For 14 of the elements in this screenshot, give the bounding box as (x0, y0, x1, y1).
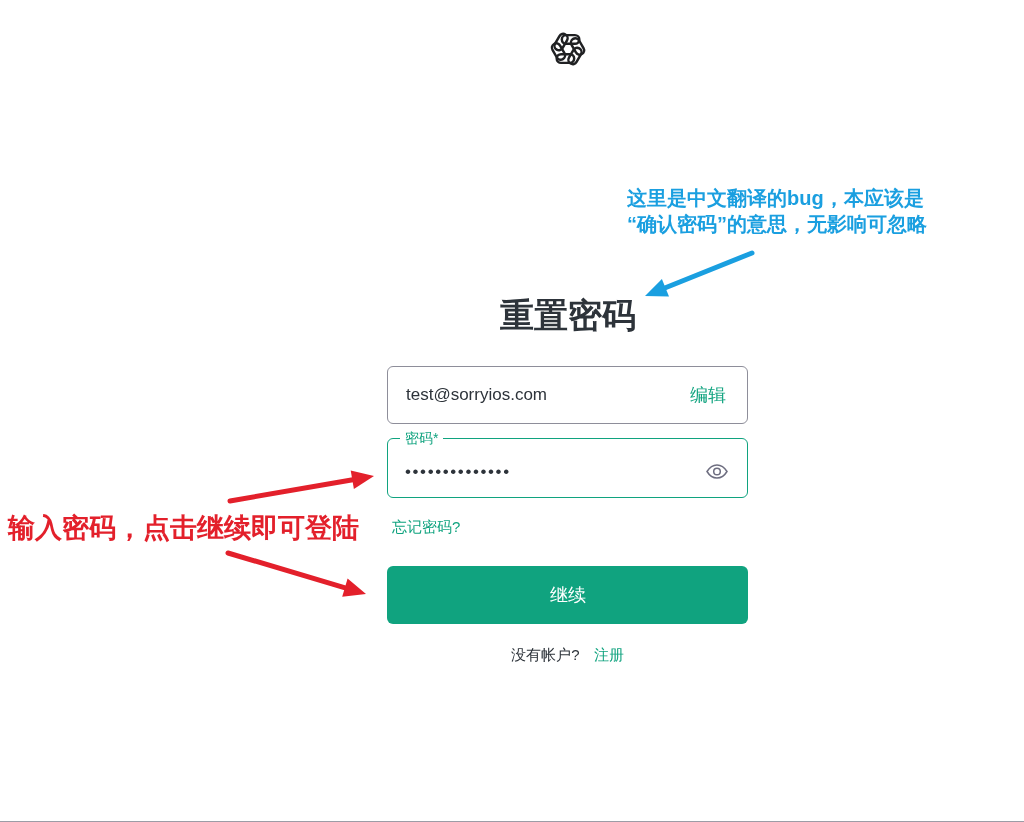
annotation-note: 输入密码，点击继续即可登陆 (8, 512, 359, 544)
password-field[interactable]: 密码* •••••••••••••• (387, 430, 748, 498)
signup-prompt: 没有帐户? (511, 645, 580, 665)
forgot-password-link[interactable]: 忘记密码? (392, 517, 461, 537)
annotation-note: 这里是中文翻译的bug，本应该是 “确认密码”的意思，无影响可忽略 (627, 186, 927, 237)
eye-icon[interactable] (706, 464, 728, 479)
field-label: 密码* (400, 430, 444, 446)
password-input[interactable]: •••••••••••••• (405, 461, 706, 482)
page-title: 重置密码 (499, 295, 636, 335)
continue-button[interactable]: 继续 (387, 566, 748, 624)
signup-link[interactable]: 注册 (593, 645, 624, 665)
edit-link[interactable]: 编辑 (690, 384, 726, 406)
email-field[interactable]: test@sorryios.com 编辑 (387, 366, 748, 424)
logo-icon (549, 31, 586, 67)
